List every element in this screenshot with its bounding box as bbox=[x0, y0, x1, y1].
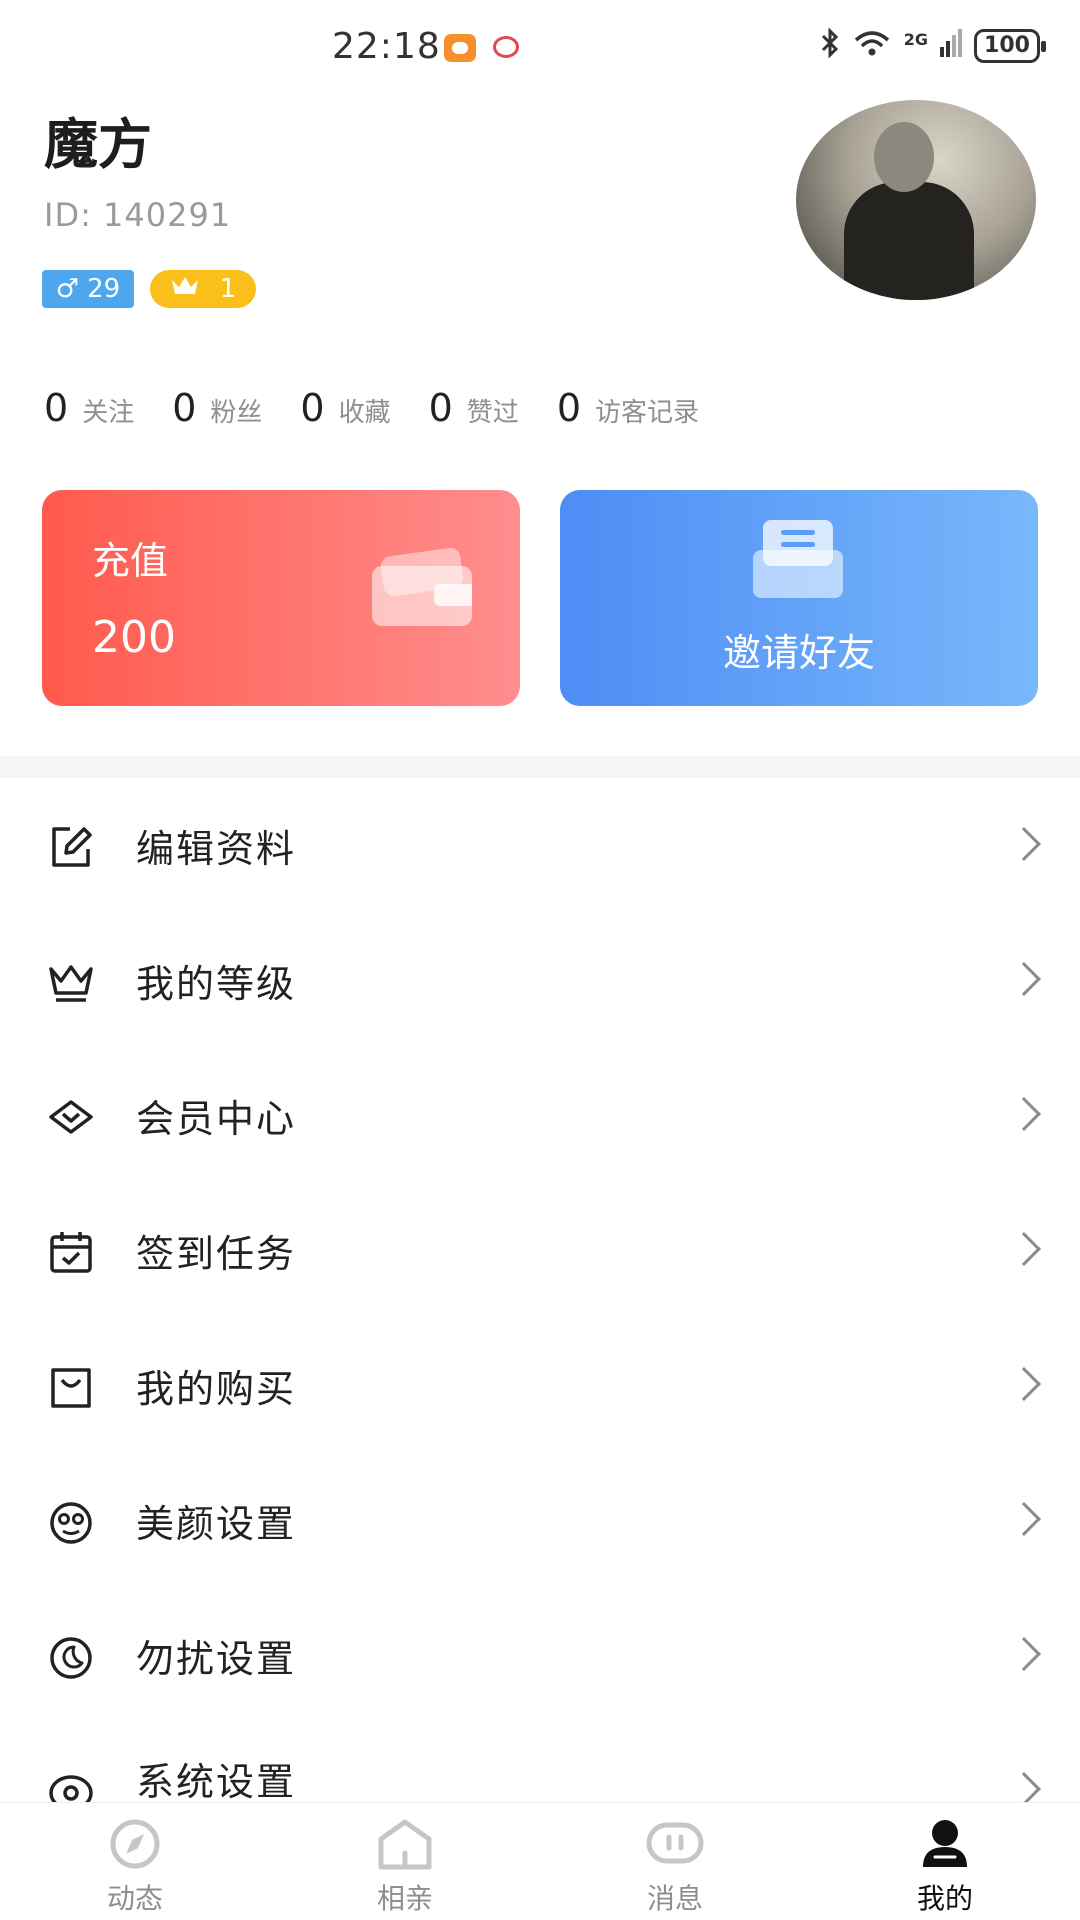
chevron-right-icon bbox=[1007, 1502, 1041, 1536]
chevron-right-icon bbox=[1007, 1232, 1041, 1266]
stat-count: 0 bbox=[44, 386, 69, 430]
chevron-right-icon bbox=[1007, 827, 1041, 861]
weibo-notification-icon bbox=[493, 36, 519, 58]
signal-icon bbox=[940, 29, 962, 63]
status-time: 22:18 bbox=[332, 26, 441, 67]
app-notification-icon bbox=[444, 34, 476, 62]
bluetooth-icon bbox=[820, 27, 840, 64]
stat-label: 粉丝 bbox=[210, 398, 263, 428]
stat-label: 关注 bbox=[82, 398, 135, 428]
male-icon: ♂ bbox=[55, 274, 80, 304]
tab-label: 动态 bbox=[106, 1882, 163, 1915]
home-icon bbox=[373, 1817, 437, 1871]
menu-item-beauty-settings[interactable]: 美颜设置 bbox=[0, 1453, 1080, 1588]
compass-icon bbox=[103, 1817, 167, 1871]
tab-label: 我的 bbox=[916, 1882, 973, 1915]
tab-messages[interactable]: 消息 bbox=[540, 1803, 810, 1920]
stat-visitors[interactable]: 0 访客记录 bbox=[557, 386, 699, 430]
tab-label: 消息 bbox=[646, 1882, 703, 1915]
battery-icon: 100 bbox=[974, 29, 1046, 63]
recharge-card[interactable]: 充值 200 bbox=[42, 490, 520, 706]
stat-label: 收藏 bbox=[338, 398, 391, 428]
invite-friends-card[interactable]: 邀请好友 bbox=[560, 490, 1038, 706]
stat-following[interactable]: 0 关注 bbox=[44, 386, 134, 430]
crown-icon bbox=[170, 274, 200, 305]
status-bar: 22:18 2G 100 bbox=[0, 0, 1080, 96]
stat-count: 0 bbox=[556, 386, 581, 430]
chevron-right-icon bbox=[1007, 1772, 1041, 1806]
menu-label: 我的等级 bbox=[136, 962, 297, 1006]
wallet-icon bbox=[372, 546, 472, 626]
stat-count: 0 bbox=[172, 386, 197, 430]
menu-item-edit-profile[interactable]: 编辑资料 bbox=[0, 778, 1080, 913]
menu-label: 会员中心 bbox=[136, 1097, 297, 1141]
stat-label: 赞过 bbox=[466, 398, 519, 428]
bottom-tab-bar: 动态 相亲 消息 我的 bbox=[0, 1802, 1080, 1920]
moon-icon bbox=[46, 1632, 96, 1682]
stats-row: 0 关注 0 粉丝 0 收藏 0 赞过 0 访客记录 bbox=[44, 386, 737, 430]
edit-icon bbox=[46, 822, 96, 872]
menu-item-do-not-disturb[interactable]: 勿扰设置 bbox=[0, 1588, 1080, 1723]
wifi-icon bbox=[852, 28, 892, 64]
settings-menu: 编辑资料 我的等级 会员中心 签到任务 我的购买 美颜设置 勿扰设置 系统设置 bbox=[0, 778, 1080, 1833]
menu-label: 美颜设置 bbox=[136, 1502, 297, 1546]
chevron-right-icon bbox=[1007, 1637, 1041, 1671]
user-id: ID: 140291 bbox=[44, 196, 232, 234]
menu-label: 我的购买 bbox=[136, 1367, 297, 1411]
stat-liked[interactable]: 0 赞过 bbox=[429, 386, 519, 430]
signal-label: 2G bbox=[903, 29, 928, 49]
chevron-right-icon bbox=[1007, 1367, 1041, 1401]
level-value: 1 bbox=[219, 274, 237, 304]
diamond-icon bbox=[46, 1092, 96, 1142]
face-icon bbox=[46, 1497, 96, 1547]
stat-label: 访客记录 bbox=[595, 398, 700, 428]
recharge-title: 充值 bbox=[92, 539, 169, 583]
menu-label: 勿扰设置 bbox=[136, 1637, 297, 1681]
chevron-right-icon bbox=[1007, 1097, 1041, 1131]
menu-item-checkin-tasks[interactable]: 签到任务 bbox=[0, 1183, 1080, 1318]
stat-fans[interactable]: 0 粉丝 bbox=[172, 386, 262, 430]
stat-count: 0 bbox=[428, 386, 453, 430]
chat-icon bbox=[643, 1817, 707, 1871]
shopping-bag-icon bbox=[46, 1362, 96, 1412]
avatar[interactable] bbox=[796, 100, 1036, 300]
tab-matchmaking[interactable]: 相亲 bbox=[270, 1803, 540, 1920]
menu-label: 签到任务 bbox=[136, 1232, 297, 1276]
invite-mail-icon bbox=[753, 520, 843, 598]
stat-favorites[interactable]: 0 收藏 bbox=[300, 386, 390, 430]
menu-item-my-purchases[interactable]: 我的购买 bbox=[0, 1318, 1080, 1453]
tab-moments[interactable]: 动态 bbox=[0, 1803, 270, 1920]
tab-mine[interactable]: 我的 bbox=[810, 1803, 1080, 1920]
menu-item-vip-center[interactable]: 会员中心 bbox=[0, 1048, 1080, 1183]
menu-label: 系统设置 bbox=[136, 1759, 297, 1804]
section-divider bbox=[0, 756, 1080, 778]
menu-label: 编辑资料 bbox=[136, 827, 297, 871]
level-badge: 1 bbox=[150, 270, 256, 308]
gender-age-badge: ♂ 29 bbox=[42, 270, 134, 308]
chevron-right-icon bbox=[1007, 962, 1041, 996]
status-indicators: 2G 100 bbox=[820, 27, 1046, 64]
invite-label: 邀请好友 bbox=[722, 631, 875, 675]
menu-item-my-level[interactable]: 我的等级 bbox=[0, 913, 1080, 1048]
person-icon bbox=[913, 1817, 977, 1871]
age-value: 29 bbox=[87, 274, 121, 304]
crown-icon bbox=[46, 957, 96, 1007]
calendar-check-icon bbox=[46, 1227, 96, 1277]
recharge-amount: 200 bbox=[92, 612, 176, 663]
stat-count: 0 bbox=[300, 386, 325, 430]
user-name: 魔方 bbox=[44, 113, 152, 176]
tab-label: 相亲 bbox=[376, 1882, 433, 1915]
